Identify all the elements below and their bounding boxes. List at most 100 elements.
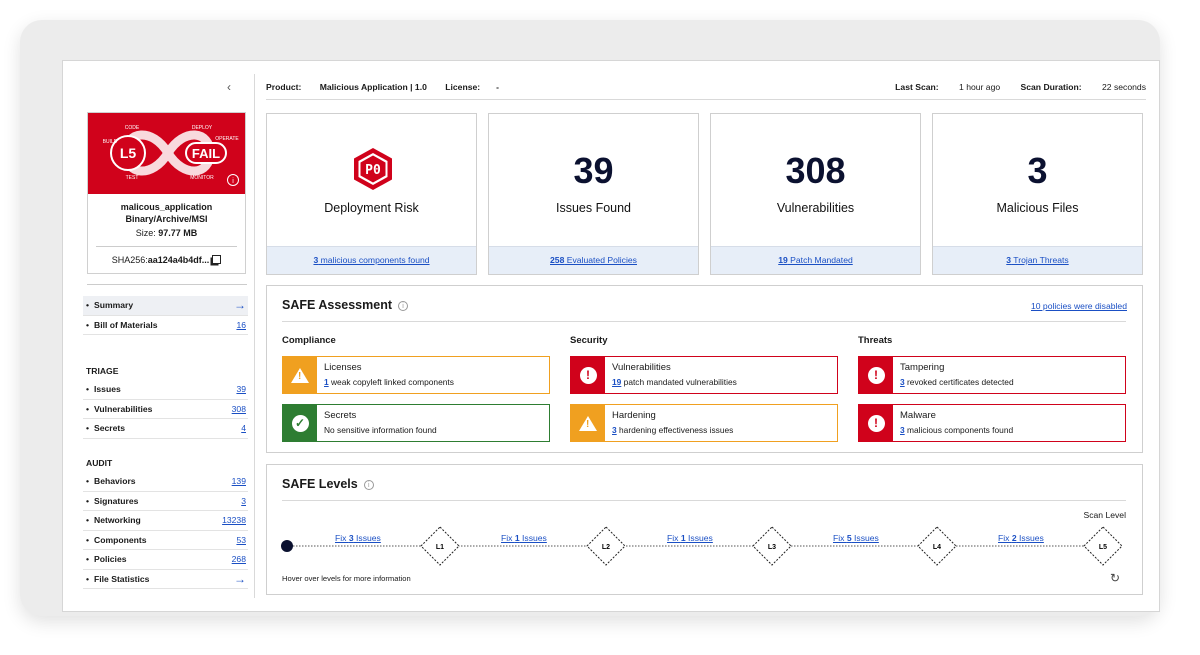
level-label: L5 [1099,544,1107,551]
warning-icon: ! [571,405,605,441]
nav-audit: AUDIT Behaviors 139 Signatures 3 Networkin… [83,458,248,589]
stat-value: 308 [785,150,846,191]
level-node-l5[interactable]: L5 [1083,526,1123,566]
nav-label: Bill of Materials [86,320,158,330]
nav-triage: TRIAGE Issues 39 Vulnerabilities 308 Secre… [83,366,248,439]
footer-text: Trojan Threats [1011,255,1069,265]
stat-footer-link[interactable]: 3 malicious components found [267,246,476,274]
stat-footer-link[interactable]: 3 Trojan Threats [933,246,1142,274]
product-info: Product: Malicious Application | 1.0 [266,82,427,92]
p0-badge-icon: P0 [354,148,392,190]
assessment-card-hardening[interactable]: ! Hardening 3 hardening effectiveness issu… [570,404,838,442]
info-icon[interactable]: i [398,301,408,311]
nav-count[interactable]: 16 [236,320,246,330]
nav-label: Networking [86,515,141,525]
nav-count[interactable]: 13238 [222,515,246,525]
nav-item-secrets[interactable]: Secrets 4 [83,419,248,439]
nav-count[interactable]: 39 [236,384,246,394]
nav-count[interactable]: 3 [241,496,246,506]
svg-text:L5: L5 [120,145,137,161]
collapse-sidebar-icon[interactable]: ‹ [227,80,231,94]
product-size: Size: 97.77 MB [88,228,245,238]
svg-text:P0: P0 [365,163,381,178]
policies-disabled-link[interactable]: 10 policies were disabled [1031,301,1127,311]
fix-suffix: Issues [519,533,547,543]
svg-text:OPERATE: OPERATE [215,136,239,142]
stat-footer-link[interactable]: 258 Evaluated Policies [489,246,698,274]
nav-label: Behaviors [86,476,136,486]
assessment-card-licenses[interactable]: ! Licenses 1 weak copyleft linked componen… [282,356,550,394]
nav-item-behaviors[interactable]: Behaviors 139 [83,472,248,492]
nav-label: Signatures [86,496,138,506]
nav-item-signatures[interactable]: Signatures 3 [83,492,248,511]
level-node-l4[interactable]: L4 [917,526,957,566]
sha-value: aa124a4b4df... [147,255,210,265]
hover-hint: Hover over levels for more information [282,574,411,583]
product-name: malicous_application [120,202,213,212]
card-title: Malware [900,410,936,421]
nav-count[interactable]: 308 [232,404,246,414]
safe-level-banner: L5 FAIL CODE BUILD TEST DEPLOY OPERATE M… [88,113,245,194]
card-detail: 3 malicious components found [900,425,1013,435]
level-node-l2[interactable]: L2 [586,526,626,566]
stat-caption: Vulnerabilities [776,201,855,215]
card-detail: 3 revoked certificates detected [900,377,1014,387]
stat-card-vulnerabilities: 308 Vulnerabilities 19 Patch Mandated [710,113,921,275]
nav-item-policies[interactable]: Policies 268 [83,550,248,570]
svg-text:FAIL: FAIL [192,146,220,161]
fix-issues-link[interactable]: Fix 3 Issues [335,533,381,543]
stat-footer-link[interactable]: 19 Patch Mandated [711,246,920,274]
nav-label: Issues [86,384,121,394]
fix-issues-link[interactable]: Fix 1 Issues [667,533,713,543]
assessment-card-vulnerabilities[interactable]: ! Vulnerabilities 19 patch mandated vulner… [570,356,838,394]
column-heading: Security [570,335,608,346]
fix-issues-link[interactable]: Fix 2 Issues [998,533,1044,543]
copy-icon[interactable] [212,255,222,264]
nav-item-summary[interactable]: Summary → [83,296,248,316]
safe-assessment-panel: SAFE Assessment i 10 policies were disabl… [266,285,1143,453]
fix-suffix: Issues [353,533,381,543]
assessment-card-secrets[interactable]: ✓ Secrets No sensitive information found [282,404,550,442]
fix-issues-link[interactable]: Fix 1 Issues [501,533,547,543]
column-heading: Threats [858,335,893,346]
sidebar: ‹ L5 FAIL CODE BUILD TEST DEPLOY OPERATE… [77,74,255,598]
nav-heading-audit: AUDIT [86,458,113,468]
stat-value: 3 [1027,150,1048,191]
card-count-link[interactable]: 19 [612,377,621,387]
stat-card-malicious-files: 3 Malicious Files 3 Trojan Threats [932,113,1143,275]
reset-icon[interactable]: ↻ [1110,571,1120,585]
nav-count[interactable]: 139 [232,476,246,486]
fix-prefix: Fix [501,533,515,543]
panel-title: SAFE Assessment i [282,298,408,312]
nav-item-bill-of-materials[interactable]: Bill of Materials 16 [83,316,248,335]
card-detail-text: revoked certificates detected [904,377,1014,387]
stat-caption: Issues Found [555,201,632,215]
product-sha: SHA256:aa124a4b4df... [88,254,245,265]
level-label: L1 [436,544,444,551]
device-frame: ‹ L5 FAIL CODE BUILD TEST DEPLOY OPERATE… [20,20,1160,616]
panel-title-text: SAFE Assessment [282,298,392,312]
card-title: Tampering [900,362,945,373]
nav-item-issues[interactable]: Issues 39 [83,380,248,400]
assessment-card-tampering[interactable]: ! Tampering 3 revoked certificates detecte… [858,356,1126,394]
nav-label: Secrets [86,423,125,433]
level-node-l3[interactable]: L3 [752,526,792,566]
nav-count[interactable]: 268 [232,554,246,564]
level-node-l1[interactable]: L1 [420,526,460,566]
license-value: - [496,82,499,92]
svg-text:TEST: TEST [126,175,139,181]
nav-item-vulnerabilities[interactable]: Vulnerabilities 308 [83,400,248,419]
fix-prefix: Fix [335,533,349,543]
fix-issues-link[interactable]: Fix 5 Issues [833,533,879,543]
assessment-card-malware[interactable]: ! Malware 3 malicious components found [858,404,1126,442]
nav-count[interactable]: 53 [236,535,246,545]
top-info-bar: Product: Malicious Application | 1.0 Lic… [266,80,1146,100]
divider [282,321,1126,322]
nav-item-file-statistics[interactable]: File Statistics → [83,570,248,589]
column-heading: Compliance [282,335,336,346]
nav-item-networking[interactable]: Networking 13238 [83,511,248,531]
nav-label: Vulnerabilities [86,404,152,414]
size-label: Size: [135,228,156,238]
nav-item-components[interactable]: Components 53 [83,531,248,550]
nav-count[interactable]: 4 [241,423,246,433]
